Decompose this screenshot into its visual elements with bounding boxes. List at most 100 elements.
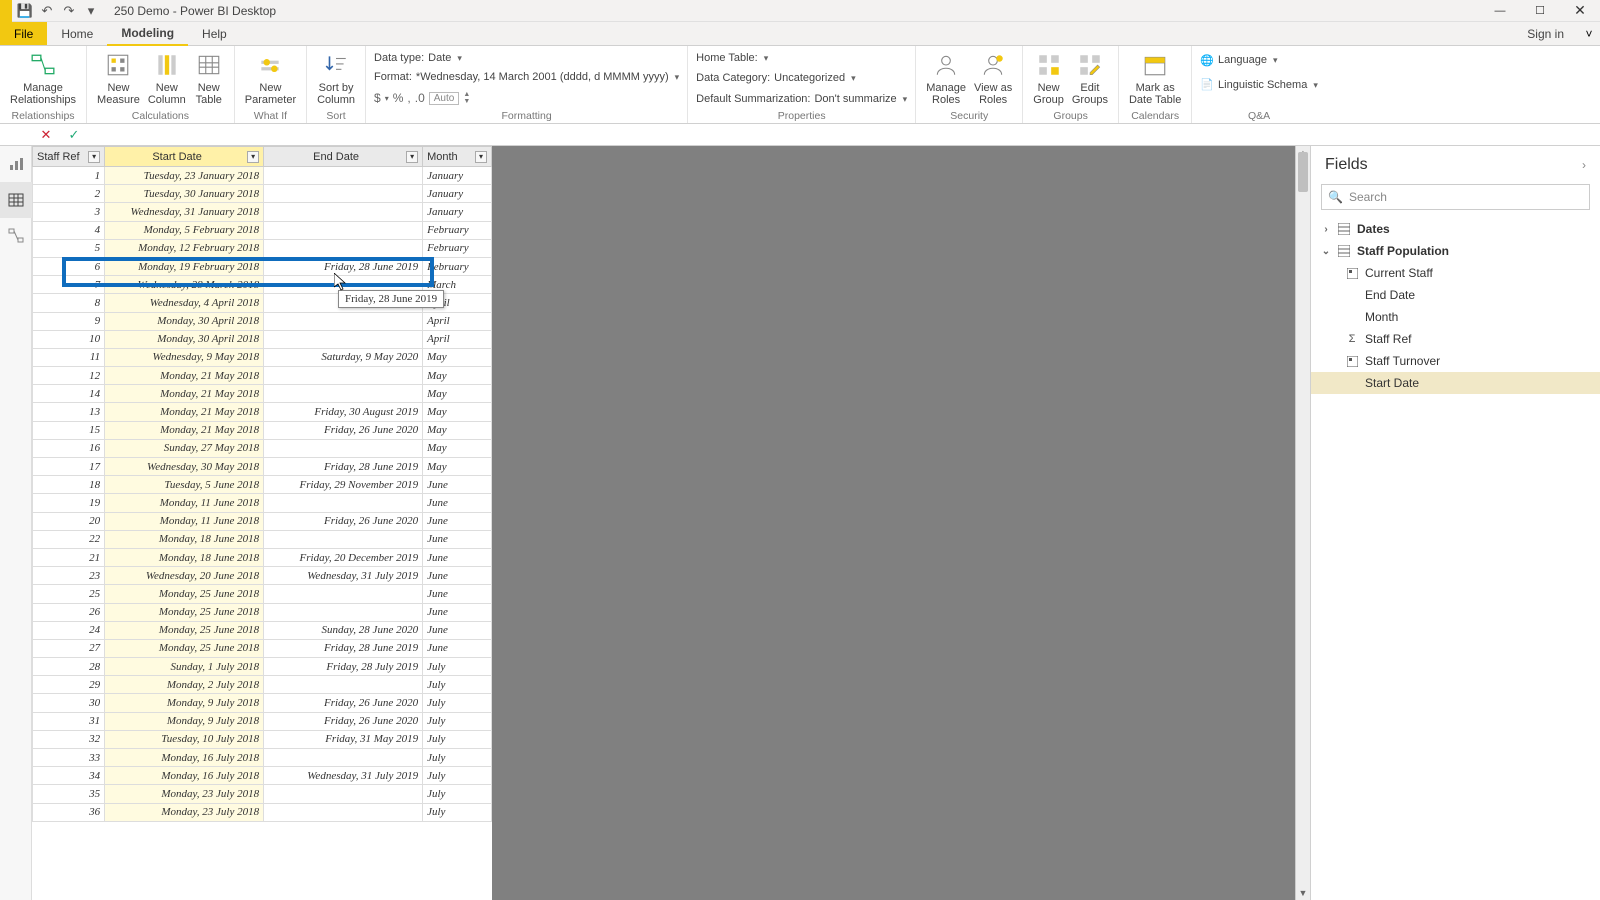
scroll-down-icon[interactable]: ▼: [1296, 886, 1310, 900]
cell-month[interactable]: June: [423, 548, 492, 566]
cell-end-date[interactable]: Wednesday, 31 July 2019: [264, 567, 423, 585]
format-dropdown[interactable]: Format: *Wednesday, 14 March 2001 (dddd,…: [372, 70, 681, 84]
cell-start-date[interactable]: Monday, 21 May 2018: [105, 385, 264, 403]
cell-staff-ref[interactable]: 11: [33, 348, 105, 366]
cell-end-date[interactable]: [264, 203, 423, 221]
cell-staff-ref[interactable]: 18: [33, 476, 105, 494]
save-icon[interactable]: 💾: [18, 4, 32, 18]
cell-staff-ref[interactable]: 3: [33, 203, 105, 221]
data-table[interactable]: Staff Ref▾ Start Date▾ End Date▾ Month▾ …: [32, 146, 492, 822]
cell-month[interactable]: June: [423, 603, 492, 621]
cell-start-date[interactable]: Monday, 25 June 2018: [105, 585, 264, 603]
table-row[interactable]: 6Monday, 19 February 2018Friday, 28 June…: [33, 257, 492, 275]
table-row[interactable]: 26Monday, 25 June 2018June: [33, 603, 492, 621]
cell-month[interactable]: June: [423, 567, 492, 585]
view-as-roles-button[interactable]: View asRoles: [970, 48, 1016, 108]
cell-end-date[interactable]: [264, 785, 423, 803]
redo-icon[interactable]: ↷: [62, 4, 76, 18]
cell-staff-ref[interactable]: 9: [33, 312, 105, 330]
cell-month[interactable]: March: [423, 276, 492, 294]
cell-month[interactable]: April: [423, 294, 492, 312]
spin-down-icon[interactable]: ▼: [463, 98, 470, 105]
cell-staff-ref[interactable]: 13: [33, 403, 105, 421]
cell-start-date[interactable]: Monday, 25 June 2018: [105, 639, 264, 657]
table-row[interactable]: 9Monday, 30 April 2018April: [33, 312, 492, 330]
chevron-down-icon[interactable]: ▾: [247, 151, 259, 163]
cell-staff-ref[interactable]: 6: [33, 257, 105, 275]
table-row[interactable]: 31Monday, 9 July 2018Friday, 26 June 202…: [33, 712, 492, 730]
cell-end-date[interactable]: [264, 185, 423, 203]
table-row[interactable]: 17Wednesday, 30 May 2018Friday, 28 June …: [33, 458, 492, 476]
cell-month[interactable]: May: [423, 421, 492, 439]
table-row[interactable]: 28Sunday, 1 July 2018Friday, 28 July 201…: [33, 658, 492, 676]
cell-staff-ref[interactable]: 22: [33, 530, 105, 548]
cell-staff-ref[interactable]: 1: [33, 167, 105, 185]
cell-month[interactable]: May: [423, 439, 492, 457]
cell-end-date[interactable]: Saturday, 9 May 2020: [264, 348, 423, 366]
cell-start-date[interactable]: Monday, 18 June 2018: [105, 530, 264, 548]
table-row[interactable]: 12Monday, 21 May 2018May: [33, 367, 492, 385]
table-row[interactable]: 8Wednesday, 4 April 2018April: [33, 294, 492, 312]
fields-search-input[interactable]: 🔍 Search: [1321, 184, 1590, 210]
new-column-button[interactable]: NewColumn: [144, 48, 190, 108]
table-row[interactable]: 14Monday, 21 May 2018May: [33, 385, 492, 403]
cell-end-date[interactable]: [264, 676, 423, 694]
formula-accept-button[interactable]: ✓: [64, 125, 84, 145]
cell-start-date[interactable]: Tuesday, 30 January 2018: [105, 185, 264, 203]
cell-month[interactable]: May: [423, 348, 492, 366]
new-table-button[interactable]: NewTable: [190, 48, 228, 108]
manage-relationships-button[interactable]: ManageRelationships: [6, 48, 80, 108]
fields-table-staff-population[interactable]: ⌄Staff Population: [1311, 240, 1600, 262]
table-row[interactable]: 25Monday, 25 June 2018June: [33, 585, 492, 603]
percent-button[interactable]: %: [393, 91, 404, 105]
cell-end-date[interactable]: Friday, 29 November 2019: [264, 476, 423, 494]
cell-end-date[interactable]: [264, 803, 423, 821]
comma-button[interactable]: ,: [407, 91, 410, 105]
minimize-button[interactable]: —: [1480, 0, 1520, 22]
sort-by-column-button[interactable]: Sort byColumn: [313, 48, 359, 108]
col-header-staff-ref[interactable]: Staff Ref▾: [33, 147, 105, 167]
cell-end-date[interactable]: Friday, 28 June 2019: [264, 639, 423, 657]
fields-column-end-date[interactable]: End Date: [1311, 284, 1600, 306]
cell-end-date[interactable]: [264, 749, 423, 767]
cell-month[interactable]: February: [423, 257, 492, 275]
cell-start-date[interactable]: Monday, 11 June 2018: [105, 494, 264, 512]
file-tab[interactable]: File: [0, 22, 47, 45]
cell-month[interactable]: June: [423, 585, 492, 603]
tab-home[interactable]: Home: [47, 22, 107, 45]
cell-staff-ref[interactable]: 21: [33, 548, 105, 566]
cell-staff-ref[interactable]: 34: [33, 767, 105, 785]
cell-start-date[interactable]: Wednesday, 30 May 2018: [105, 458, 264, 476]
cell-start-date[interactable]: Sunday, 27 May 2018: [105, 439, 264, 457]
cell-end-date[interactable]: [264, 221, 423, 239]
table-row[interactable]: 10Monday, 30 April 2018April: [33, 330, 492, 348]
table-row[interactable]: 21Monday, 18 June 2018Friday, 20 Decembe…: [33, 548, 492, 566]
cell-start-date[interactable]: Wednesday, 4 April 2018: [105, 294, 264, 312]
col-header-end-date[interactable]: End Date▾: [264, 147, 423, 167]
decimals-button[interactable]: .0: [415, 91, 425, 105]
table-row[interactable]: 13Monday, 21 May 2018Friday, 30 August 2…: [33, 403, 492, 421]
currency-button[interactable]: $: [374, 91, 381, 105]
cell-month[interactable]: April: [423, 330, 492, 348]
table-row[interactable]: 20Monday, 11 June 2018Friday, 26 June 20…: [33, 512, 492, 530]
cell-start-date[interactable]: Wednesday, 20 June 2018: [105, 567, 264, 585]
model-view-button[interactable]: [0, 218, 32, 254]
cell-start-date[interactable]: Monday, 16 July 2018: [105, 767, 264, 785]
cell-month[interactable]: July: [423, 749, 492, 767]
table-row[interactable]: 27Monday, 25 June 2018Friday, 28 June 20…: [33, 639, 492, 657]
cell-staff-ref[interactable]: 24: [33, 621, 105, 639]
cell-staff-ref[interactable]: 16: [33, 439, 105, 457]
cell-staff-ref[interactable]: 17: [33, 458, 105, 476]
cell-start-date[interactable]: Monday, 18 June 2018: [105, 548, 264, 566]
cell-staff-ref[interactable]: 32: [33, 730, 105, 748]
cell-start-date[interactable]: Monday, 25 June 2018: [105, 621, 264, 639]
new-parameter-button[interactable]: NewParameter: [241, 48, 300, 108]
table-row[interactable]: 35Monday, 23 July 2018July: [33, 785, 492, 803]
cell-month[interactable]: April: [423, 312, 492, 330]
cell-end-date[interactable]: Friday, 26 June 2020: [264, 712, 423, 730]
cell-month[interactable]: July: [423, 712, 492, 730]
table-row[interactable]: 11Wednesday, 9 May 2018Saturday, 9 May 2…: [33, 348, 492, 366]
cell-start-date[interactable]: Monday, 21 May 2018: [105, 421, 264, 439]
table-row[interactable]: 5Monday, 12 February 2018February: [33, 239, 492, 257]
cell-month[interactable]: June: [423, 476, 492, 494]
